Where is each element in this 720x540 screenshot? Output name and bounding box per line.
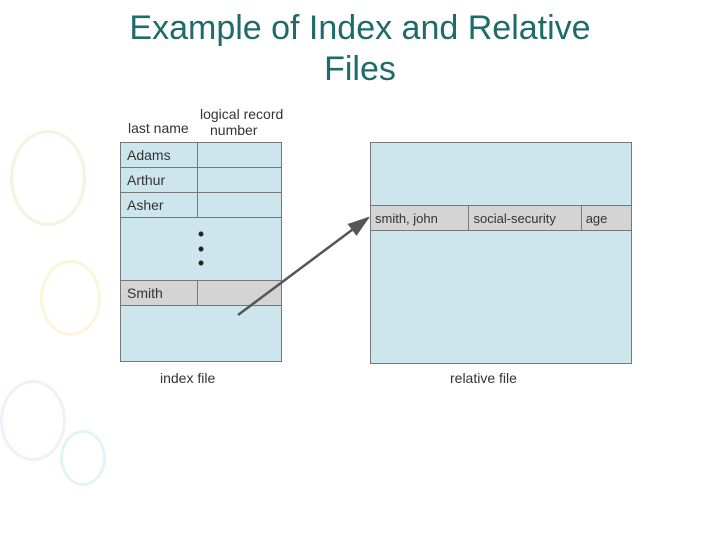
table-row: Adams <box>121 143 281 168</box>
balloon-decor <box>60 430 106 486</box>
header-logical-record: logical record <box>200 106 283 122</box>
lrn-cell <box>198 143 281 167</box>
table-row: Asher <box>121 193 281 218</box>
header-last-name: last name <box>128 120 189 136</box>
relative-file-box: smith, john social-security age <box>370 142 632 364</box>
name-cell: Asher <box>121 193 198 217</box>
index-file-caption: index file <box>160 370 215 386</box>
smith-row: Smith <box>121 281 281 306</box>
table-row: Arthur <box>121 168 281 193</box>
balloon-decor <box>10 130 86 226</box>
name-cell: Smith <box>121 281 198 305</box>
balloon-decor <box>40 260 101 336</box>
balloon-decor <box>0 380 66 461</box>
name-cell: Arthur <box>121 168 198 192</box>
index-file-table: Adams Arthur Asher ••• Smith <box>120 142 282 362</box>
title-line-1: Example of Index and Relative <box>129 9 590 47</box>
blank-area <box>121 306 281 361</box>
ellipsis-icon: ••• <box>121 218 281 281</box>
header-number: number <box>210 122 257 138</box>
slide-title: Example of Index and Relative Files <box>0 0 720 90</box>
rel-name-cell: smith, john <box>371 206 469 230</box>
diagram-stage: last name logical record number Adams Ar… <box>120 100 650 440</box>
lrn-cell <box>198 193 281 217</box>
title-line-2: Files <box>324 50 396 88</box>
relative-file-caption: relative file <box>450 370 517 386</box>
rel-ssn-cell: social-security <box>469 206 581 230</box>
lrn-cell <box>198 281 281 305</box>
name-cell: Adams <box>121 143 198 167</box>
rel-age-cell: age <box>582 206 631 230</box>
lrn-cell <box>198 168 281 192</box>
relative-row: smith, john social-security age <box>371 205 631 231</box>
